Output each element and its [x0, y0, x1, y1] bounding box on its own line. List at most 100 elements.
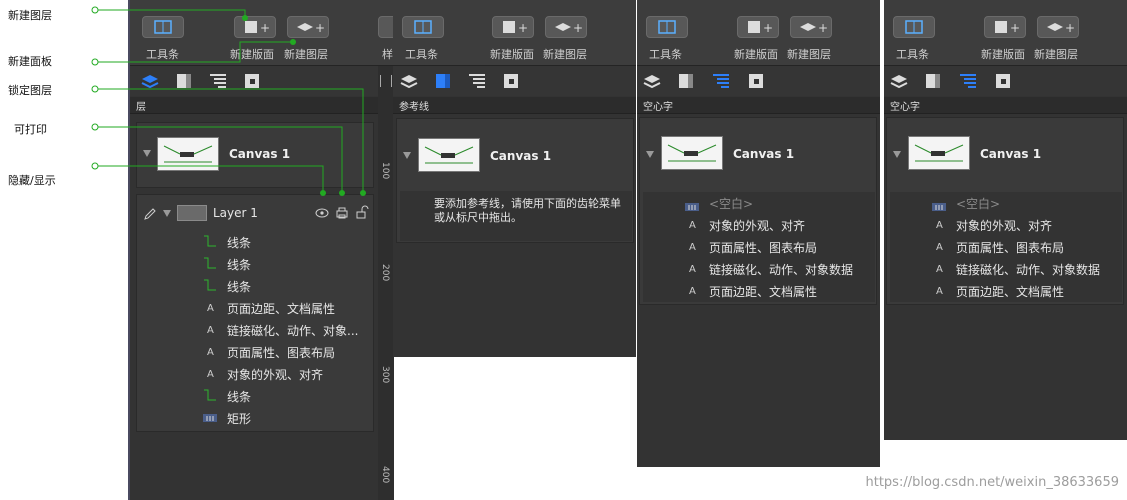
style-item[interactable]: 页面边距、文档属性 — [709, 283, 817, 300]
layers-tab-icon[interactable] — [642, 71, 662, 91]
objects-tab-icon[interactable] — [746, 71, 766, 91]
layer-item[interactable]: 线条 — [227, 234, 251, 251]
canvas-disclosure-icon[interactable] — [646, 151, 654, 158]
styles-tab-icon[interactable] — [958, 71, 978, 91]
tools-button[interactable] — [402, 16, 444, 38]
layer-item[interactable]: 线条 — [227, 256, 251, 273]
new-canvas-button[interactable]: + — [492, 16, 534, 38]
new-canvas-button[interactable]: + — [737, 16, 779, 38]
style-item[interactable]: 页面属性、图表布局 — [709, 239, 817, 256]
layer-card: Layer 1 线条 线条 线条 A 页面边距、文档属性 A 链接磁化、动作、对… — [136, 194, 374, 432]
new-layer-button[interactable]: + — [545, 16, 587, 38]
styles-tab-icon[interactable] — [467, 71, 487, 91]
canvas-disclosure-icon[interactable] — [403, 152, 411, 159]
svg-text:+: + — [763, 21, 773, 35]
canvas-thumbnail — [661, 136, 723, 170]
new-canvas-button[interactable]: + — [984, 16, 1026, 38]
layer-thumbnail — [177, 205, 207, 221]
pencil-icon[interactable] — [143, 207, 157, 221]
text-icon: A — [689, 220, 696, 231]
canvas-disclosure-icon[interactable] — [893, 151, 901, 158]
style-item[interactable]: 链接磁化、动作、对象数据 — [709, 261, 853, 278]
panel4-section-title: 空心字 — [890, 102, 920, 113]
line-icon — [204, 389, 216, 401]
new-layer-button[interactable]: + — [287, 16, 329, 38]
ruler-handle-icon[interactable] — [380, 75, 392, 87]
svg-text:+: + — [573, 21, 583, 35]
style-item[interactable]: 对象的外观、对齐 — [709, 217, 805, 234]
styles-panel: 工具条 + 新建版面 + 新建图层 空心字 Canvas 1 <空白> A 对象… — [637, 0, 880, 467]
svg-text:+: + — [260, 21, 270, 35]
layer-item[interactable]: 矩形 — [227, 410, 251, 427]
style-item[interactable]: 页面边距、文档属性 — [956, 283, 1064, 300]
text-icon: A — [689, 264, 696, 275]
layer-item[interactable]: 页面属性、图表布局 — [227, 344, 335, 361]
ruler-tick: 200 — [380, 264, 390, 282]
layers-tab-icon[interactable] — [399, 71, 419, 91]
guides-canvas-card[interactable]: Canvas 1 要添加参考线，请使用下面的齿轮菜单 或从标尺中拖出。 — [396, 118, 634, 243]
new-layer-button[interactable]: + — [1037, 16, 1079, 38]
layer-title: Layer 1 — [213, 206, 258, 220]
tools-button[interactable] — [893, 16, 935, 38]
new-canvas-label: 新建版面 — [490, 48, 534, 61]
tools-label: 工具条 — [405, 48, 438, 61]
objects-tab-icon[interactable] — [242, 71, 262, 91]
style-item[interactable]: <空白> — [709, 195, 753, 212]
canvas-title: Canvas 1 — [229, 147, 291, 161]
text-icon: A — [207, 369, 214, 380]
new-layer-label: 新建图层 — [1034, 48, 1078, 61]
panel3-section-bar: 空心字 — [637, 97, 880, 114]
canvas-title: Canvas 1 — [733, 147, 795, 161]
style-item[interactable]: 页面属性、图表布局 — [956, 239, 1064, 256]
panel4-toolbar: 工具条 + 新建版面 + 新建图层 — [884, 0, 1127, 66]
layer-item[interactable]: 链接磁化、动作、对象... — [227, 322, 358, 339]
guides-tab-icon[interactable] — [676, 71, 696, 91]
svg-text:+: + — [1065, 21, 1075, 35]
layer-item[interactable]: 线条 — [227, 278, 251, 295]
canvas-row[interactable]: Canvas 1 — [136, 122, 374, 188]
new-canvas-button[interactable]: + — [234, 16, 276, 38]
tools-button[interactable] — [646, 16, 688, 38]
vertical-ruler[interactable]: 100 200 300 400 — [378, 66, 394, 500]
new-layer-label: 新建图层 — [543, 48, 587, 61]
style-button[interactable] — [378, 16, 394, 38]
text-icon: A — [689, 242, 696, 253]
canvas-disclosure-icon[interactable] — [143, 150, 151, 157]
panel2-section-title: 参考线 — [399, 102, 429, 113]
layers-tab-icon[interactable] — [889, 71, 909, 91]
ruler-tick: 400 — [380, 466, 390, 484]
layer-item[interactable]: 对象的外观、对齐 — [227, 366, 323, 383]
canvas-title: Canvas 1 — [980, 147, 1042, 161]
styles-canvas-card[interactable]: Canvas 1 <空白> A 对象的外观、对齐 A 页面属性、图表布局 A 链… — [639, 117, 877, 305]
style-item[interactable]: 链接磁化、动作、对象数据 — [956, 261, 1100, 278]
printer-icon[interactable] — [335, 206, 349, 220]
canvas-thumbnail — [157, 137, 219, 171]
style-item[interactable]: <空白> — [956, 195, 1000, 212]
eye-icon[interactable] — [315, 207, 329, 219]
layer-disclosure-icon[interactable] — [163, 210, 171, 217]
new-layer-button[interactable]: + — [790, 16, 832, 38]
tools-label: 工具条 — [649, 48, 682, 61]
svg-text:+: + — [315, 21, 325, 35]
tools-button[interactable] — [142, 16, 184, 38]
layer-item[interactable]: 线条 — [227, 388, 251, 405]
objects-tab-icon[interactable] — [993, 71, 1013, 91]
guides-tab-icon[interactable] — [174, 71, 194, 91]
objects-tab-icon[interactable] — [501, 71, 521, 91]
unlock-icon[interactable] — [355, 205, 369, 219]
guides-tab-icon[interactable] — [433, 71, 453, 91]
layer-item[interactable]: 页面边距、文档属性 — [227, 300, 335, 317]
guides-tab-icon[interactable] — [923, 71, 943, 91]
line-icon — [204, 257, 216, 269]
style-item[interactable]: 对象的外观、对齐 — [956, 217, 1052, 234]
panel1-section-bar: 层 — [130, 97, 394, 114]
panel3-section-title: 空心字 — [643, 102, 673, 113]
styles-tab-icon[interactable] — [711, 71, 731, 91]
canvas-thumbnail — [418, 138, 480, 172]
styles-tab-icon[interactable] — [208, 71, 228, 91]
layers-tab-icon[interactable] — [140, 71, 160, 91]
annotation-new-layer: 新建图层 — [8, 9, 52, 22]
styles-canvas-card[interactable]: Canvas 1 <空白> A 对象的外观、对齐 A 页面属性、图表布局 A 链… — [886, 117, 1124, 305]
panel2-toolbar: 工具条 + 新建版面 + 新建图层 — [393, 0, 636, 66]
text-icon: A — [936, 264, 943, 275]
